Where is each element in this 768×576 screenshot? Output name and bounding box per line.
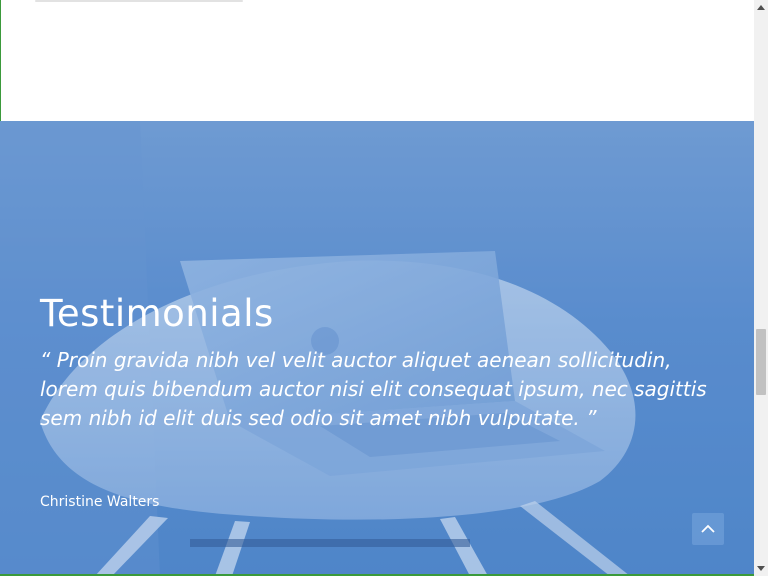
testimonial-author: Christine Walters	[40, 494, 160, 510]
left-accent-line	[0, 0, 1, 121]
triangle-up-icon	[757, 5, 765, 10]
scrollbar-thumb[interactable]	[756, 329, 766, 395]
scroll-up-button[interactable]	[754, 0, 768, 14]
section-title: Testimonials	[40, 292, 274, 335]
vertical-scrollbar[interactable]	[754, 0, 768, 576]
testimonials-section: Testimonials “ Proin gravida nibh vel ve…	[0, 121, 754, 576]
testimonial-quote: “ Proin gravida nibh vel velit auctor al…	[40, 348, 707, 430]
triangle-down-icon	[757, 566, 765, 571]
page-viewport: Testimonials “ Proin gravida nibh vel ve…	[0, 0, 754, 576]
top-divider	[35, 0, 243, 2]
back-to-top-button[interactable]	[692, 513, 724, 545]
chevron-up-icon	[701, 524, 715, 533]
scroll-down-button[interactable]	[754, 562, 768, 576]
